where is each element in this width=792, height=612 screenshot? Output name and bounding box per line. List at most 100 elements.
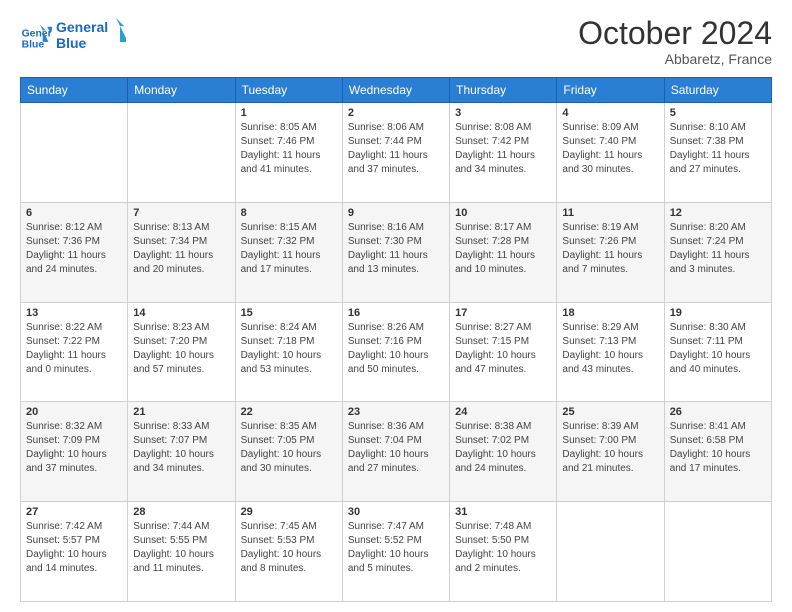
cell-sun-info: Sunrise: 8:16 AMSunset: 7:30 PMDaylight:… (348, 221, 444, 277)
calendar-week-row: 20Sunrise: 8:32 AMSunset: 7:09 PMDayligh… (21, 402, 772, 502)
cell-sun-info: Sunrise: 7:42 AMSunset: 5:57 PMDaylight:… (26, 520, 122, 576)
cell-sun-info: Sunrise: 8:27 AMSunset: 7:15 PMDaylight:… (455, 321, 551, 377)
table-row (128, 103, 235, 203)
cell-day-number: 28 (133, 506, 229, 518)
cell-sun-info: Sunrise: 8:33 AMSunset: 7:07 PMDaylight:… (133, 420, 229, 476)
cell-day-number: 20 (26, 406, 122, 418)
logo-svg: General Blue (56, 16, 126, 54)
page: General Blue General Blue October 2024 A… (0, 0, 792, 612)
cell-day-number: 19 (670, 307, 766, 319)
svg-text:General: General (22, 28, 52, 39)
table-row: 14Sunrise: 8:23 AMSunset: 7:20 PMDayligh… (128, 302, 235, 402)
table-row: 23Sunrise: 8:36 AMSunset: 7:04 PMDayligh… (342, 402, 449, 502)
calendar-week-row: 13 Sunrise: 8:22 AMSunset: 7:22 PMDayligh… (21, 302, 772, 402)
header: General Blue General Blue October 2024 A… (20, 16, 772, 67)
logo-icon: General Blue (20, 22, 52, 54)
cell-day-number: 29 (241, 506, 337, 518)
cell-day-number: 7 (133, 207, 229, 219)
calendar-week-row: 1Sunrise: 8:05 AMSunset: 7:46 PMDaylight… (21, 103, 772, 203)
table-row: 31 Sunrise: 7:48 AMSunset: 5:50 PMDayligh… (450, 502, 557, 602)
table-row: 1Sunrise: 8:05 AMSunset: 7:46 PMDaylight… (235, 103, 342, 203)
location: Abbaretz, France (578, 51, 772, 67)
cell-day-number: 10 (455, 207, 551, 219)
cell-sun-info: Sunrise: 8:20 AMSunset: 7:24 PMDaylight:… (670, 221, 766, 277)
table-row: 25Sunrise: 8:39 AMSunset: 7:00 PMDayligh… (557, 402, 664, 502)
table-row: 26 Sunrise: 8:41 AMSunset: 6:58 PMDayligh… (664, 402, 771, 502)
cell-sun-info: Sunrise: 8:29 AMSunset: 7:13 PMDaylight:… (562, 321, 658, 377)
table-row: 11 Sunrise: 8:19 AMSunset: 7:26 PMDayligh… (557, 202, 664, 302)
title-block: October 2024 Abbaretz, France (578, 16, 772, 67)
cell-day-number: 8 (241, 207, 337, 219)
cell-day-number: 3 (455, 107, 551, 119)
cell-day-number: 15 (241, 307, 337, 319)
col-monday: Monday (128, 78, 235, 103)
table-row: 15Sunrise: 8:24 AMSunset: 7:18 PMDayligh… (235, 302, 342, 402)
table-row: 19 Sunrise: 8:30 AMSunset: 7:11 PMDayligh… (664, 302, 771, 402)
table-row: 9 Sunrise: 8:16 AMSunset: 7:30 PMDaylight… (342, 202, 449, 302)
cell-day-number: 21 (133, 406, 229, 418)
cell-sun-info: Sunrise: 8:08 AMSunset: 7:42 PMDaylight:… (455, 121, 551, 177)
table-row: 24 Sunrise: 8:38 AMSunset: 7:02 PMDayligh… (450, 402, 557, 502)
svg-text:Blue: Blue (22, 39, 45, 50)
cell-day-number: 18 (562, 307, 658, 319)
table-row (664, 502, 771, 602)
calendar-week-row: 6 Sunrise: 8:12 AMSunset: 7:36 PMDaylight… (21, 202, 772, 302)
cell-sun-info: Sunrise: 8:30 AMSunset: 7:11 PMDaylight:… (670, 321, 766, 377)
cell-sun-info: Sunrise: 8:12 AMSunset: 7:36 PMDaylight:… (26, 221, 122, 277)
cell-sun-info: Sunrise: 8:38 AMSunset: 7:02 PMDaylight:… (455, 420, 551, 476)
cell-sun-info: Sunrise: 8:13 AMSunset: 7:34 PMDaylight:… (133, 221, 229, 277)
cell-day-number: 9 (348, 207, 444, 219)
col-tuesday: Tuesday (235, 78, 342, 103)
table-row: 28 Sunrise: 7:44 AMSunset: 5:55 PMDayligh… (128, 502, 235, 602)
col-saturday: Saturday (664, 78, 771, 103)
cell-day-number: 26 (670, 406, 766, 418)
col-sunday: Sunday (21, 78, 128, 103)
table-row: 21 Sunrise: 8:33 AMSunset: 7:07 PMDayligh… (128, 402, 235, 502)
table-row: 12 Sunrise: 8:20 AMSunset: 7:24 PMDayligh… (664, 202, 771, 302)
cell-sun-info: Sunrise: 8:09 AMSunset: 7:40 PMDaylight:… (562, 121, 658, 177)
cell-day-number: 16 (348, 307, 444, 319)
cell-day-number: 25 (562, 406, 658, 418)
cell-day-number: 11 (562, 207, 658, 219)
cell-day-number: 2 (348, 107, 444, 119)
table-row (557, 502, 664, 602)
cell-sun-info: Sunrise: 8:19 AMSunset: 7:26 PMDaylight:… (562, 221, 658, 277)
table-row: 7 Sunrise: 8:13 AMSunset: 7:34 PMDaylight… (128, 202, 235, 302)
calendar: Sunday Monday Tuesday Wednesday Thursday… (20, 77, 772, 602)
cell-sun-info: Sunrise: 8:36 AMSunset: 7:04 PMDaylight:… (348, 420, 444, 476)
cell-day-number: 22 (241, 406, 337, 418)
table-row: 3 Sunrise: 8:08 AMSunset: 7:42 PMDaylight… (450, 103, 557, 203)
cell-sun-info: Sunrise: 8:17 AMSunset: 7:28 PMDaylight:… (455, 221, 551, 277)
cell-sun-info: Sunrise: 8:10 AMSunset: 7:38 PMDaylight:… (670, 121, 766, 177)
col-thursday: Thursday (450, 78, 557, 103)
cell-day-number: 24 (455, 406, 551, 418)
cell-sun-info: Sunrise: 8:23 AMSunset: 7:20 PMDaylight:… (133, 321, 229, 377)
table-row: 8 Sunrise: 8:15 AMSunset: 7:32 PMDaylight… (235, 202, 342, 302)
cell-sun-info: Sunrise: 7:44 AMSunset: 5:55 PMDaylight:… (133, 520, 229, 576)
month-title: October 2024 (578, 16, 772, 51)
cell-sun-info: Sunrise: 7:48 AMSunset: 5:50 PMDaylight:… (455, 520, 551, 576)
calendar-week-row: 27Sunrise: 7:42 AMSunset: 5:57 PMDayligh… (21, 502, 772, 602)
cell-sun-info: Sunrise: 8:41 AMSunset: 6:58 PMDaylight:… (670, 420, 766, 476)
cell-day-number: 5 (670, 107, 766, 119)
cell-sun-info: Sunrise: 7:45 AMSunset: 5:53 PMDaylight:… (241, 520, 337, 576)
table-row: 6 Sunrise: 8:12 AMSunset: 7:36 PMDaylight… (21, 202, 128, 302)
cell-day-number: 6 (26, 207, 122, 219)
cell-sun-info: Sunrise: 8:22 AMSunset: 7:22 PMDaylight:… (26, 321, 122, 377)
table-row: 20Sunrise: 8:32 AMSunset: 7:09 PMDayligh… (21, 402, 128, 502)
table-row: 17 Sunrise: 8:27 AMSunset: 7:15 PMDayligh… (450, 302, 557, 402)
cell-sun-info: Sunrise: 8:05 AMSunset: 7:46 PMDaylight:… (241, 121, 337, 177)
cell-sun-info: Sunrise: 8:15 AMSunset: 7:32 PMDaylight:… (241, 221, 337, 277)
cell-day-number: 13 (26, 307, 122, 319)
table-row: 22 Sunrise: 8:35 AMSunset: 7:05 PMDayligh… (235, 402, 342, 502)
table-row: 13 Sunrise: 8:22 AMSunset: 7:22 PMDayligh… (21, 302, 128, 402)
cell-sun-info: Sunrise: 8:35 AMSunset: 7:05 PMDaylight:… (241, 420, 337, 476)
table-row: 2Sunrise: 8:06 AMSunset: 7:44 PMDaylight… (342, 103, 449, 203)
calendar-header-row: Sunday Monday Tuesday Wednesday Thursday… (21, 78, 772, 103)
cell-day-number: 12 (670, 207, 766, 219)
cell-day-number: 17 (455, 307, 551, 319)
cell-day-number: 31 (455, 506, 551, 518)
cell-sun-info: Sunrise: 8:26 AMSunset: 7:16 PMDaylight:… (348, 321, 444, 377)
table-row: 18 Sunrise: 8:29 AMSunset: 7:13 PMDayligh… (557, 302, 664, 402)
svg-text:Blue: Blue (56, 35, 87, 51)
